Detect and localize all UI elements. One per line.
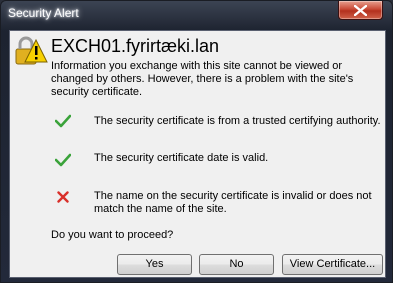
site-host: EXCH01.fyrirtæki.lan xyxy=(51,36,220,56)
lock-warning-icon xyxy=(14,35,48,72)
info-text: Information you exchange with this site … xyxy=(51,60,354,98)
close-button[interactable] xyxy=(338,1,383,20)
no-button[interactable]: No xyxy=(199,254,274,275)
check-text: The security certificate date is valid. xyxy=(94,152,269,164)
close-icon xyxy=(354,5,367,16)
check-icon xyxy=(54,153,72,172)
yes-button[interactable]: Yes xyxy=(117,254,192,275)
check-text: The name on the security certificate is … xyxy=(94,190,372,215)
window-title: Security Alert xyxy=(8,6,79,20)
x-icon xyxy=(57,190,69,208)
check-icon xyxy=(54,114,72,133)
check-text: The security certificate is from a trust… xyxy=(94,115,381,127)
title-bar[interactable]: Security Alert xyxy=(1,1,392,27)
security-alert-window: Security Alert EXCH01.fyrirtæki.lan Info… xyxy=(0,0,393,283)
dialog-body: EXCH01.fyrirtæki.lan Information you exc… xyxy=(9,30,386,278)
view-certificate-button[interactable]: View Certificate... xyxy=(282,254,383,275)
proceed-question: Do you want to proceed? xyxy=(51,229,174,241)
